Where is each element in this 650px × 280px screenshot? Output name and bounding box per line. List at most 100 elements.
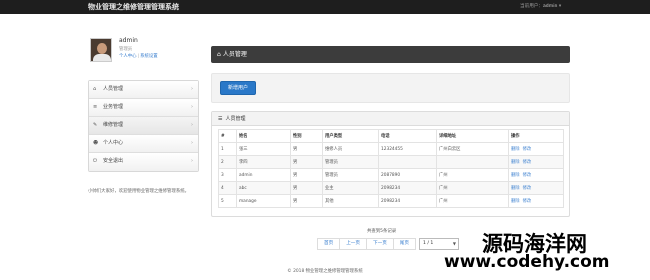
- cell-user-type: 其他: [322, 194, 379, 208]
- chevron-down-icon: ▼: [452, 241, 456, 246]
- pagination: 首页 上一页 下一页 尾页 1 / 1 ▼: [317, 238, 459, 250]
- sidebar-item-logout[interactable]: ⏻ 安全退出 ›: [89, 153, 198, 171]
- chevron-down-icon: ▾: [558, 4, 562, 9]
- col-header-index: #: [218, 129, 237, 143]
- cell-actions: 删除 修改: [508, 168, 564, 182]
- table-row: 1 张三 男 维修人员 12324455 广州白云区 删除 修改: [218, 142, 564, 156]
- cell-name: manage: [236, 194, 291, 208]
- list-icon: ☰: [218, 116, 223, 122]
- sidebar-item-business[interactable]: ≡ 业务管理 ›: [89, 99, 198, 117]
- cell-name: 张三: [236, 142, 291, 156]
- table-header-row: # 姓名 性别 用户类型 电话 详细地址 操作: [218, 129, 564, 143]
- cell-user-type: 业主: [322, 181, 379, 195]
- cell-gender: 男: [290, 181, 323, 195]
- cell-phone: 12324455: [378, 142, 437, 156]
- table-row: 3 admin 男 管理员 2087890 广州 删除 修改: [218, 168, 564, 182]
- cell-index: 4: [218, 181, 237, 195]
- chevron-right-icon: ›: [191, 86, 193, 92]
- page-select[interactable]: 1 / 1 ▼: [419, 238, 459, 250]
- action-bar: 新增用户: [211, 73, 570, 103]
- delete-link[interactable]: 删除: [511, 186, 520, 191]
- cell-actions: 删除 修改: [508, 142, 564, 156]
- cell-address: 广州白云区: [436, 142, 509, 156]
- table-row: 4 abc 男 业主 2098234 广州 删除 修改: [218, 181, 564, 195]
- col-header-phone: 电话: [378, 129, 437, 143]
- edit-link[interactable]: 修改: [523, 160, 532, 165]
- delete-link[interactable]: 删除: [511, 199, 520, 204]
- power-icon: ⏻: [93, 158, 97, 164]
- table-row: 2 李四 男 管理员 删除 修改: [218, 155, 564, 169]
- current-user-menu[interactable]: 当前用户：admin ▾: [520, 3, 561, 9]
- home-icon: ⌂: [217, 51, 221, 58]
- cell-gender: 男: [290, 142, 323, 156]
- chevron-right-icon: ›: [191, 140, 193, 146]
- cell-index: 3: [218, 168, 237, 182]
- delete-link[interactable]: 删除: [511, 147, 520, 152]
- personal-center-link[interactable]: 个人中心: [119, 54, 137, 59]
- current-user-label: 当前用户：: [520, 4, 543, 9]
- cell-user-type: 管理员: [322, 155, 379, 169]
- col-header-name: 姓名: [236, 129, 291, 143]
- chevron-right-icon: ›: [191, 104, 193, 110]
- record-count: 共查到5条记录: [367, 229, 397, 234]
- col-header-actions: 操作: [508, 129, 564, 143]
- footer-copyright: © 2018 物业管理之维修管理管理系统: [287, 269, 363, 274]
- cell-gender: 男: [290, 168, 323, 182]
- col-header-address: 详细地址: [436, 129, 509, 143]
- cell-address: [436, 155, 509, 169]
- profile-links: 个人中心|系统设置: [119, 53, 158, 59]
- watermark-site-name: 源码海洋网: [482, 232, 587, 256]
- cell-phone: 2087890: [378, 168, 437, 182]
- sidebar-menu: ⌂ 人员管理 › ≡ 业务管理 › ✎ 维修管理 › ☻ 个人中心 › ⏻ 安全…: [88, 80, 199, 172]
- sidebar-item-repair[interactable]: ✎ 维修管理 ›: [89, 117, 198, 135]
- link-separator: |: [137, 54, 140, 59]
- page-title-bar: ⌂ 人员管理: [211, 46, 570, 63]
- delete-link[interactable]: 删除: [511, 160, 520, 165]
- sidebar-item-label: 安全退出: [103, 158, 124, 164]
- user-icon: ☻: [93, 140, 99, 146]
- first-page-button[interactable]: 首页: [317, 238, 341, 250]
- current-user-name: admin: [542, 4, 558, 9]
- table-header-bar: ☰ 人员管理: [212, 112, 569, 126]
- edit-link[interactable]: 修改: [523, 186, 532, 191]
- cell-gender: 男: [290, 155, 323, 169]
- next-page-button[interactable]: 下一页: [366, 238, 394, 250]
- sidebar-item-label: 维修管理: [103, 122, 124, 128]
- cell-actions: 删除 修改: [508, 194, 564, 208]
- cell-phone: 2098234: [378, 194, 437, 208]
- table-row: 5 manage 男 其他 2098234 广州 删除 修改: [218, 194, 564, 208]
- sidebar-item-label: 业务管理: [103, 104, 124, 110]
- home-icon: ⌂: [93, 86, 97, 92]
- cell-address: 广州: [436, 194, 509, 208]
- edit-link[interactable]: 修改: [523, 199, 532, 204]
- user-table-panel: ☰ 人员管理 # 姓名 性别 用户类型 电话 详细地址 操作 1 张三 男 维修人…: [211, 111, 570, 217]
- cell-user-type: 管理员: [322, 168, 379, 182]
- sidebar-item-personnel[interactable]: ⌂ 人员管理 ›: [89, 81, 198, 99]
- system-settings-link[interactable]: 系统设置: [140, 54, 158, 59]
- user-table: # 姓名 性别 用户类型 电话 详细地址 操作 1 张三 男 维修人员 1232…: [218, 129, 564, 208]
- delete-link[interactable]: 删除: [511, 173, 520, 178]
- chevron-right-icon: ›: [191, 122, 193, 128]
- sidebar-item-personal-center[interactable]: ☻ 个人中心 ›: [89, 135, 198, 153]
- wrench-icon: ✎: [93, 122, 98, 128]
- edit-link[interactable]: 修改: [523, 147, 532, 152]
- add-user-button[interactable]: 新增用户: [220, 81, 256, 95]
- edit-link[interactable]: 修改: [523, 173, 532, 178]
- cell-phone: 2098234: [378, 181, 437, 195]
- user-profile: admin 管理员 个人中心|系统设置: [88, 36, 196, 66]
- page-select-value: 1 / 1: [423, 241, 434, 246]
- cell-gender: 男: [290, 194, 323, 208]
- col-header-gender: 性别: [290, 129, 323, 143]
- cell-address: 广州: [436, 168, 509, 182]
- welcome-note: 小帅们大家好，欢迎使用物业管理之维修管理系统。: [88, 189, 189, 194]
- avatar: [90, 38, 112, 62]
- profile-role: 管理员: [119, 47, 133, 52]
- table-title: 人员管理: [225, 116, 246, 122]
- prev-page-button[interactable]: 上一页: [339, 238, 367, 250]
- top-navbar: 物业管理之维修管理管理系统 当前用户：admin ▾: [0, 0, 650, 14]
- last-page-button[interactable]: 尾页: [392, 238, 416, 250]
- cell-index: 2: [218, 155, 237, 169]
- cell-actions: 删除 修改: [508, 155, 564, 169]
- cell-address: 广州: [436, 181, 509, 195]
- cell-user-type: 维修人员: [322, 142, 379, 156]
